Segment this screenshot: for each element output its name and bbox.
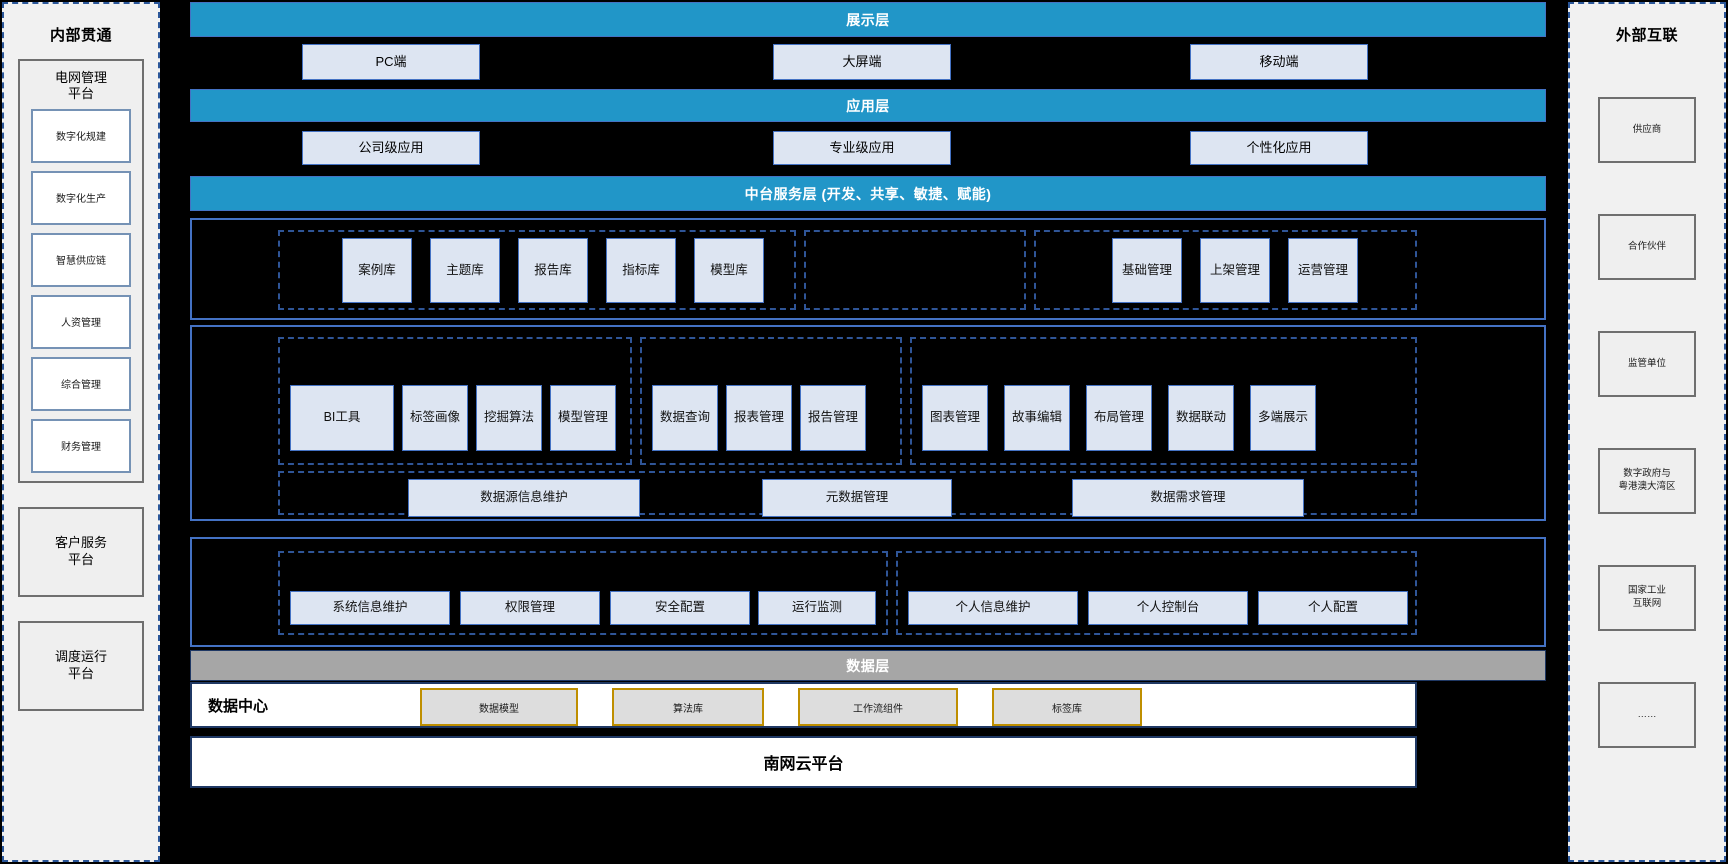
- external-item-partner[interactable]: 合作伙伴: [1598, 214, 1696, 280]
- customer-service-platform[interactable]: 客户服务 平台: [18, 506, 144, 597]
- external-item-more[interactable]: ……: [1598, 682, 1696, 748]
- asset-panel: 案例库 主题库 报告库 指标库 模型库 基础管理 上架管理 运营管理: [190, 218, 1546, 320]
- tool-multi-terminal-display[interactable]: 多端展示: [1250, 385, 1316, 451]
- external-rail-title: 外部互联: [1615, 27, 1678, 44]
- asset-group-empty: [804, 230, 1026, 310]
- presentation-clients-row: PC端 大屏端 移动端: [190, 44, 1546, 80]
- admin-panel: 系统信息维护 权限管理 安全配置 运行监测 个人信息维护 个人控制台 个人配置: [190, 537, 1546, 647]
- tool-chart-management[interactable]: 图表管理: [922, 385, 988, 451]
- platform-item-smart-supply-chain[interactable]: 智慧供应链: [31, 232, 131, 287]
- application-apps-row: 公司级应用 专业级应用 个性化应用: [190, 131, 1546, 165]
- dc-item-algorithm-lib[interactable]: 算法库: [612, 688, 764, 726]
- admin-runtime-monitoring[interactable]: 运行监测: [758, 591, 876, 625]
- presentation-layer-bar: 展示层: [190, 2, 1546, 37]
- admin-permission-management[interactable]: 权限管理: [460, 591, 600, 625]
- tool-document-management[interactable]: 报告管理: [800, 385, 866, 451]
- external-item-industrial-internet[interactable]: 国家工业 互联网: [1598, 565, 1696, 631]
- platform-item-general-management[interactable]: 综合管理: [31, 356, 131, 411]
- client-bigscreen[interactable]: 大屏端: [773, 44, 951, 80]
- external-item-regulator[interactable]: 监管单位: [1598, 331, 1696, 397]
- tool-report-management[interactable]: 报表管理: [726, 385, 792, 451]
- app-company-level[interactable]: 公司级应用: [302, 131, 480, 165]
- platform-item-hr-management[interactable]: 人资管理: [31, 294, 131, 349]
- admin-personal-console[interactable]: 个人控制台: [1088, 591, 1248, 625]
- tool-data-linkage[interactable]: 数据联动: [1168, 385, 1234, 451]
- tool-data-query[interactable]: 数据查询: [652, 385, 718, 451]
- internal-rail: 内部贯通 电网管理 平台 数字化规建 数字化生产 智慧供应链 人资管理 综合管理…: [2, 2, 160, 862]
- asset-report-library[interactable]: 报告库: [518, 238, 588, 303]
- dc-item-data-model[interactable]: 数据模型: [420, 688, 578, 726]
- admin-system-info-maintenance[interactable]: 系统信息维护: [290, 591, 450, 625]
- external-rail: 外部互联 供应商 合作伙伴 监管单位 数字政府与 粤港澳大湾区 国家工业 互联网…: [1568, 2, 1726, 862]
- app-professional-level[interactable]: 专业级应用: [773, 131, 951, 165]
- tool-datasource-info-maintenance[interactable]: 数据源信息维护: [408, 479, 640, 517]
- asset-listing-management[interactable]: 上架管理: [1200, 238, 1270, 303]
- asset-operation-management[interactable]: 运营管理: [1288, 238, 1358, 303]
- data-center-row: 数据中心 数据模型 算法库 工作流组件 标签库: [190, 682, 1417, 728]
- tool-bi[interactable]: BI工具: [290, 385, 394, 451]
- tool-metadata-management[interactable]: 元数据管理: [762, 479, 952, 517]
- asset-topic-library[interactable]: 主题库: [430, 238, 500, 303]
- admin-personal-info-maintenance[interactable]: 个人信息维护: [908, 591, 1078, 625]
- platform-item-digital-planning[interactable]: 数字化规建: [31, 108, 131, 163]
- platform-item-finance-management[interactable]: 财务管理: [31, 418, 131, 473]
- admin-security-configuration[interactable]: 安全配置: [610, 591, 750, 625]
- tool-layout-management[interactable]: 布局管理: [1086, 385, 1152, 451]
- cloud-platform-bar: 南网云平台: [190, 736, 1417, 788]
- tools-panel: BI工具 标签画像 挖掘算法 模型管理 数据查询 报表管理 报告管理 图表管理 …: [190, 325, 1546, 521]
- architecture-diagram: 内部贯通 电网管理 平台 数字化规建 数字化生产 智慧供应链 人资管理 综合管理…: [0, 0, 1728, 864]
- admin-personal-configuration[interactable]: 个人配置: [1258, 591, 1408, 625]
- asset-metric-library[interactable]: 指标库: [606, 238, 676, 303]
- layer-stack: 展示层 PC端 大屏端 移动端 应用层 公司级应用 专业级应用 个性化应用 中台…: [190, 0, 1546, 864]
- external-item-supplier[interactable]: 供应商: [1598, 97, 1696, 163]
- asset-basic-management[interactable]: 基础管理: [1112, 238, 1182, 303]
- external-item-digital-government[interactable]: 数字政府与 粤港澳大湾区: [1598, 448, 1696, 514]
- platform-item-digital-production[interactable]: 数字化生产: [31, 170, 131, 225]
- dc-item-tag-library[interactable]: 标签库: [992, 688, 1142, 726]
- data-layer-bar: 数据层: [190, 650, 1546, 681]
- dc-item-workflow-component[interactable]: 工作流组件: [798, 688, 958, 726]
- asset-model-library[interactable]: 模型库: [694, 238, 764, 303]
- app-personalized[interactable]: 个性化应用: [1190, 131, 1368, 165]
- asset-case-library[interactable]: 案例库: [342, 238, 412, 303]
- tool-mining-algorithm[interactable]: 挖掘算法: [476, 385, 542, 451]
- internal-rail-title: 内部贯通: [49, 27, 112, 44]
- tool-story-editor[interactable]: 故事编辑: [1004, 385, 1070, 451]
- grid-management-platform[interactable]: 电网管理 平台 数字化规建 数字化生产 智慧供应链 人资管理 综合管理 财务管理: [18, 59, 144, 483]
- tool-model-management[interactable]: 模型管理: [550, 385, 616, 451]
- client-mobile[interactable]: 移动端: [1190, 44, 1368, 80]
- client-pc[interactable]: PC端: [302, 44, 480, 80]
- middle-platform-layer-bar: 中台服务层 (开发、共享、敏捷、赋能): [190, 176, 1546, 211]
- tool-tag-profiling[interactable]: 标签画像: [402, 385, 468, 451]
- data-center-label: 数据中心: [208, 697, 269, 715]
- dispatch-operation-platform[interactable]: 调度运行 平台: [18, 620, 144, 711]
- grid-management-platform-title: 电网管理 平台: [54, 70, 107, 102]
- tool-data-demand-management[interactable]: 数据需求管理: [1072, 479, 1304, 517]
- application-layer-bar: 应用层: [190, 89, 1546, 122]
